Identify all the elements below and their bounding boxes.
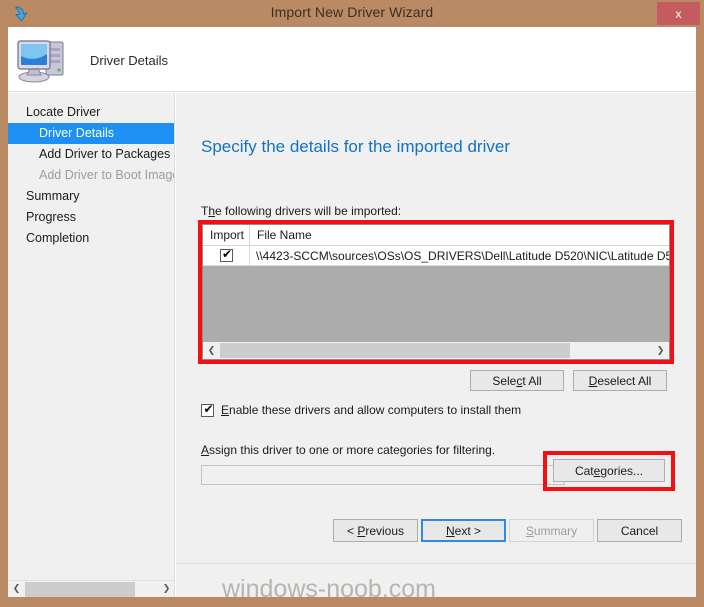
sidebar-nav-list: Locate Driver Driver Details Add Driver to… xyxy=(8,93,174,249)
cancel-button[interactable]: Cancel xyxy=(597,519,682,542)
cancel-suffix: Cancel xyxy=(620,523,659,538)
categories-suffix: gories... xyxy=(600,463,644,478)
sidebar-item-summary[interactable]: Summary xyxy=(8,186,174,207)
deselect-all-button[interactable]: Deselect All xyxy=(573,370,667,391)
wizard-header: Driver Details xyxy=(8,27,696,92)
sidebar-item-add-driver-to-packages[interactable]: Add Driver to Packages xyxy=(8,144,174,165)
next-button[interactable]: Next > xyxy=(421,519,506,542)
titlebar[interactable]: Import New Driver Wizard x xyxy=(0,0,704,27)
previous-button[interactable]: < Previous xyxy=(333,519,418,542)
sidebar-item-completion[interactable]: Completion xyxy=(8,228,174,249)
drivers-grid[interactable]: Import File Name \\4423-SCCM\sources\OSs… xyxy=(202,224,670,360)
enable-accel: E xyxy=(221,403,230,417)
deselect-all-accel: D xyxy=(588,373,598,388)
grid-cell-import[interactable] xyxy=(203,246,250,265)
sidebar-scroll-left-icon[interactable]: ❮ xyxy=(8,581,25,598)
select-all-button[interactable]: Select All xyxy=(470,370,564,391)
summary-button: Summary xyxy=(509,519,594,542)
deselect-all-suffix: eselect All xyxy=(597,373,652,388)
summary-suffix: ummary xyxy=(533,523,578,538)
wizard-sidebar: Locate Driver Driver Details Add Driver to… xyxy=(8,93,175,597)
sidebar-item-progress[interactable]: Progress xyxy=(8,207,174,228)
close-icon[interactable]: x xyxy=(657,2,700,25)
page-title: Driver Details xyxy=(90,53,169,68)
assign-accel: A xyxy=(201,443,210,457)
sidebar-scroll-thumb[interactable] xyxy=(25,581,135,597)
sidebar-item-driver-details[interactable]: Driver Details xyxy=(8,123,174,144)
sidebar-scroll-right-icon[interactable]: ❯ xyxy=(158,581,174,598)
previous-prefix: < xyxy=(346,523,358,538)
next-suffix: ext > xyxy=(454,523,482,538)
enable-drivers-label: Enable these drivers and allow computers… xyxy=(221,403,521,417)
sidebar-item-locate-driver[interactable]: Locate Driver xyxy=(8,102,174,123)
previous-suffix: revious xyxy=(365,523,405,538)
select-all-prefix: Sele xyxy=(492,373,517,388)
grid-column-import: Import xyxy=(203,225,250,245)
grid-scroll-left-icon[interactable]: ❮ xyxy=(203,342,220,359)
sidebar-item-add-driver-to-boot-image: Add Driver to Boot Image xyxy=(39,168,174,182)
enable-drivers-checkbox[interactable] xyxy=(201,402,215,417)
assign-suffix: ssign this driver to one or more categor… xyxy=(209,443,496,457)
computer-icon xyxy=(16,32,72,86)
window-title: Import New Driver Wizard xyxy=(270,4,434,20)
enable-drivers-row[interactable]: Enable these drivers and allow computers… xyxy=(201,402,521,417)
assign-categories-label: Assign this driver to one or more catego… xyxy=(201,443,495,457)
grid-label: The following drivers will be imported: xyxy=(201,204,401,218)
row-import-checkbox[interactable] xyxy=(219,247,234,262)
enable-suffix: nable these drivers and allow computers … xyxy=(229,403,522,417)
content-heading: Specify the details for the imported dri… xyxy=(201,137,510,156)
categories-input[interactable] xyxy=(201,465,565,485)
table-row[interactable]: \\4423-SCCM\sources\OSs\OS_DRIVERS\Dell\… xyxy=(203,246,669,266)
grid-cell-file-name: \\4423-SCCM\sources\OSs\OS_DRIVERS\Dell\… xyxy=(256,249,669,263)
grid-header-row: Import File Name xyxy=(203,225,669,246)
sidebar-horizontal-scrollbar[interactable]: ❮ ❯ xyxy=(8,580,174,598)
summary-accel: S xyxy=(525,523,534,538)
wizard-window: Import New Driver Wizard x Driver Detail… xyxy=(0,0,704,607)
grid-column-file-name: File Name xyxy=(257,228,312,242)
next-accel: N xyxy=(445,523,455,538)
categories-button[interactable]: Categories... xyxy=(553,459,665,482)
grid-label-suffix: e following drivers will be imported: xyxy=(215,204,402,218)
select-all-suffix: t All xyxy=(522,373,542,388)
wizard-footer xyxy=(176,564,696,597)
grid-scroll-right-icon[interactable]: ❯ xyxy=(652,342,669,359)
grid-scroll-thumb[interactable] xyxy=(220,343,570,358)
client-area: Driver Details Locate Driver Driver Detai… xyxy=(8,27,696,597)
grid-horizontal-scrollbar[interactable]: ❮ ❯ xyxy=(203,342,669,359)
categories-prefix: Cat xyxy=(574,463,594,478)
